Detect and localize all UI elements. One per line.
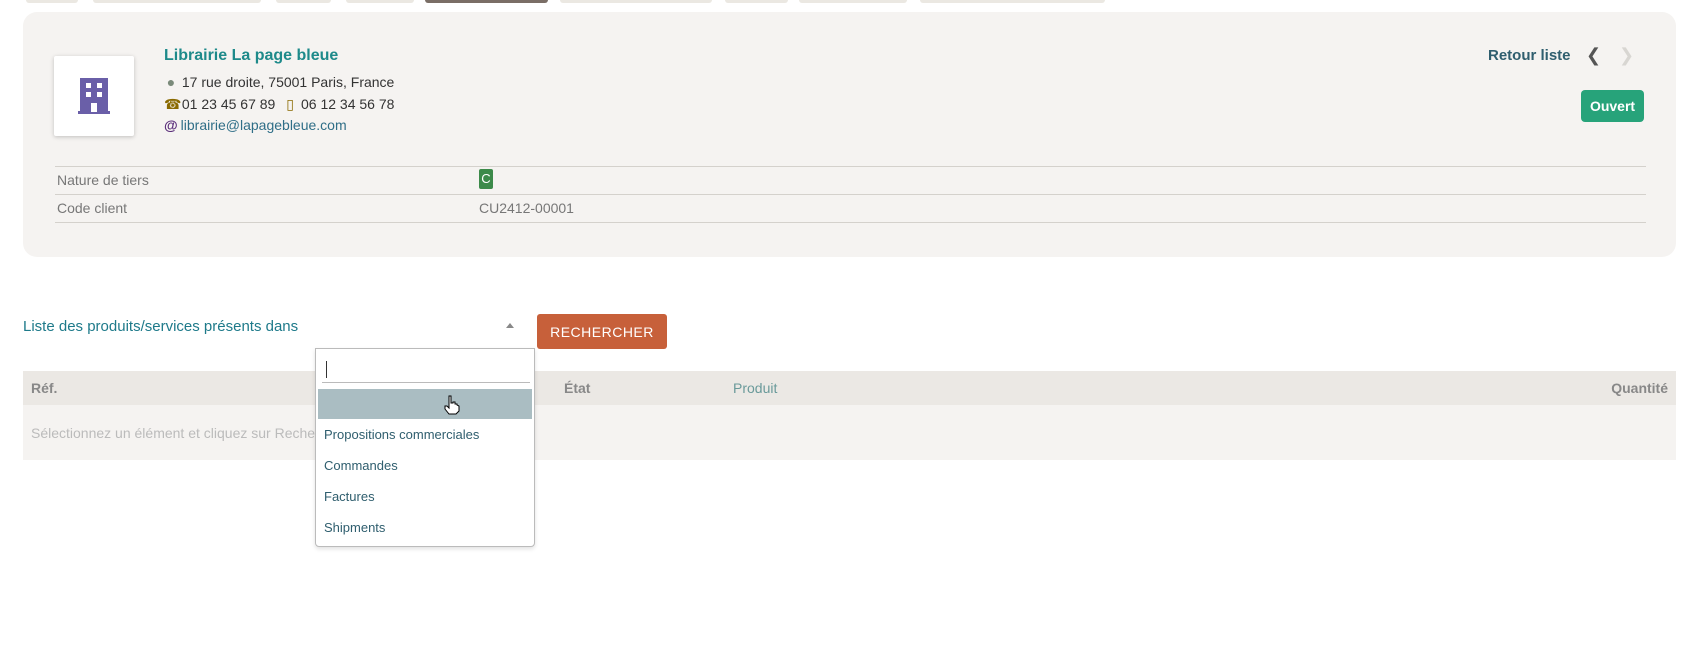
column-quantity[interactable]: Quantité: [1611, 380, 1668, 396]
mobile-number[interactable]: 06 12 34 56 78: [301, 96, 394, 112]
chevron-right-icon: ❯: [1619, 45, 1635, 65]
select-dropdown: Propositions commerciales Commandes Fact…: [315, 348, 535, 547]
tab-stub[interactable]: [725, 0, 788, 3]
tab-stub[interactable]: [26, 0, 78, 3]
email-link[interactable]: librairie@lapagebleue.com: [181, 117, 347, 133]
dropdown-option-empty[interactable]: [318, 389, 532, 419]
dropdown-option[interactable]: Propositions commerciales: [318, 420, 532, 450]
column-product[interactable]: Produit: [733, 380, 777, 396]
dropdown-option[interactable]: Shipments: [318, 513, 532, 543]
building-icon: [78, 78, 110, 114]
at-icon: @: [164, 117, 178, 133]
element-type-select[interactable]: Liste des produits/services présents dan…: [23, 318, 298, 335]
top-tabs: [0, 0, 1705, 4]
field-label: Nature de tiers: [57, 172, 149, 188]
select-arrow-icon[interactable]: [506, 323, 514, 328]
phone-line: ☎ 01 23 45 67 89 ▯ 06 12 34 56 78: [164, 96, 394, 113]
results-table: Réf. État Produit Quantité Sélectionnez …: [23, 371, 1676, 460]
phone-number[interactable]: 01 23 45 67 89: [182, 96, 275, 112]
mobile-icon: ▯: [286, 96, 294, 112]
tab-stub[interactable]: [346, 0, 414, 3]
column-status[interactable]: État: [564, 380, 590, 396]
results-header: Réf. État Produit Quantité: [23, 371, 1676, 405]
thirdparty-card: Librairie La page bleue ● 17 rue droite,…: [23, 12, 1676, 257]
tab-stub[interactable]: [799, 0, 907, 3]
field-label: Code client: [57, 200, 128, 216]
field-row: Code client CU2412-00001: [55, 194, 1646, 223]
tab-stub[interactable]: [920, 0, 1105, 3]
tab-stub[interactable]: [560, 0, 712, 3]
map-marker-icon: ●: [166, 74, 176, 90]
empty-message: Sélectionnez un élément et cliquez sur R…: [31, 425, 347, 441]
text-caret: [326, 361, 327, 378]
address-line: ● 17 rue droite, 75001 Paris, France: [164, 74, 395, 90]
field-row: Nature de tiers C: [55, 166, 1646, 194]
email-line: @ librairie@lapagebleue.com: [164, 117, 347, 133]
column-ref[interactable]: Réf.: [31, 380, 57, 396]
chevron-left-icon[interactable]: ❮: [1586, 45, 1601, 66]
search-button[interactable]: RECHERCHER: [537, 314, 667, 349]
tab-stub-active[interactable]: [425, 0, 548, 3]
address-text: 17 rue droite, 75001 Paris, France: [181, 74, 395, 90]
dropdown-search-input[interactable]: [322, 356, 530, 383]
company-logo: [54, 56, 134, 136]
hand-cursor-icon: [444, 395, 460, 415]
nature-badge: C: [479, 169, 493, 189]
customer-code: CU2412-00001: [479, 200, 574, 216]
dropdown-option[interactable]: Factures: [318, 482, 532, 512]
company-name[interactable]: Librairie La page bleue: [164, 47, 338, 65]
phone-icon: ☎: [164, 96, 182, 112]
tab-stub[interactable]: [276, 0, 331, 3]
field-table: Nature de tiers C Code client CU2412-000…: [55, 166, 1646, 223]
back-to-list-link[interactable]: Retour liste: [1488, 47, 1571, 64]
tab-stub[interactable]: [93, 0, 261, 3]
status-badge: Ouvert: [1581, 90, 1644, 122]
dropdown-option[interactable]: Commandes: [318, 451, 532, 481]
